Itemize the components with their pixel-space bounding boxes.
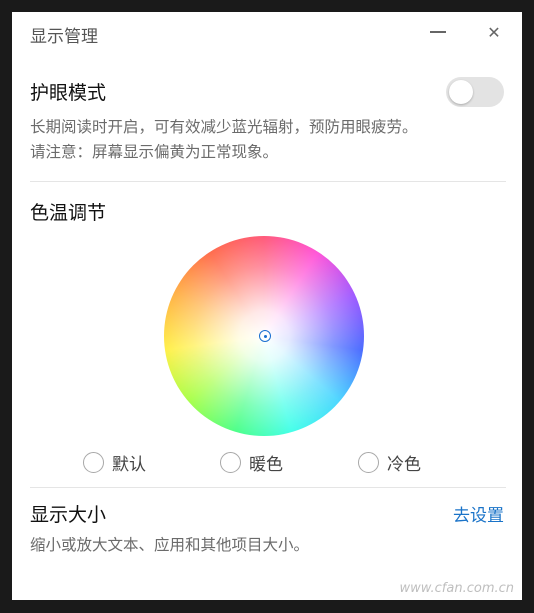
radio-cool-label: 冷色 (387, 454, 421, 475)
divider (30, 487, 506, 488)
color-temp-title: 色温调节 (30, 202, 107, 224)
divider (30, 181, 506, 182)
close-button[interactable]: ✕ (480, 20, 508, 44)
toggle-knob (449, 80, 473, 104)
eye-protection-toggle[interactable] (446, 77, 504, 107)
eye-protection-title: 护眼模式 (30, 82, 107, 104)
display-management-window: 显示管理 ✕ 护眼模式 长期阅读时开启，可有效减少蓝光辐射，预防用眼疲劳。 请注… (12, 12, 522, 600)
display-size-title: 显示大小 (30, 504, 107, 526)
go-settings-link[interactable]: 去设置 (453, 501, 504, 526)
radio-warm[interactable]: 暖色 (220, 449, 283, 475)
radio-circle-icon (358, 451, 379, 473)
eye-protection-desc-line1: 长期阅读时开启，可有效减少蓝光辐射，预防用眼疲劳。 (30, 118, 418, 136)
minimize-button[interactable] (424, 20, 452, 44)
minimize-icon (430, 31, 446, 33)
display-size-desc: 缩小或放大文本、应用和其他项目大小。 (30, 536, 310, 554)
radio-warm-label: 暖色 (249, 454, 283, 475)
window-title: 显示管理 (30, 27, 98, 47)
title-bar: 显示管理 ✕ (12, 12, 522, 56)
close-icon: ✕ (487, 22, 501, 42)
color-wheel-marker-icon[interactable] (259, 330, 271, 342)
radio-cool[interactable]: 冷色 (358, 449, 421, 475)
watermark: www.cfan.com.cn (399, 581, 514, 596)
radio-default[interactable]: 默认 (83, 449, 146, 475)
radio-circle-icon (220, 451, 241, 473)
radio-default-label: 默认 (112, 454, 146, 475)
radio-circle-icon (83, 451, 104, 473)
eye-protection-desc-line2: 请注意：屏幕显示偏黄为正常现象。 (30, 143, 279, 161)
